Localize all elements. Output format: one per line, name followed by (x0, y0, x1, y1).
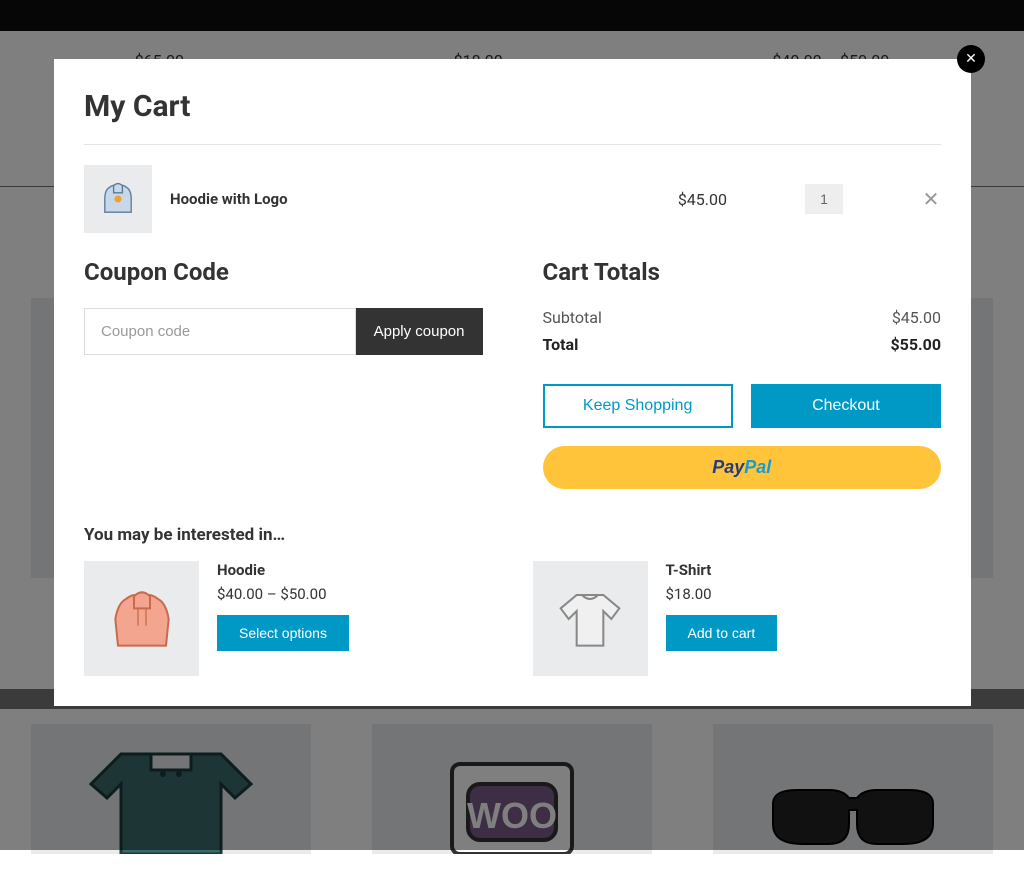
paypal-logo-pay: Pay (712, 457, 744, 477)
suggest-item: Hoodie $40.00 – $50.00 Select options (84, 561, 493, 676)
select-options-button[interactable]: Select options (217, 615, 349, 651)
apply-coupon-button[interactable]: Apply coupon (356, 308, 483, 355)
close-icon: ✕ (923, 187, 940, 211)
suggest-price: $40.00 – $50.00 (217, 585, 327, 603)
divider (84, 144, 941, 145)
product-thumbnail[interactable] (84, 165, 152, 233)
close-button[interactable]: ✕ (957, 45, 985, 73)
remove-item-button[interactable]: ✕ (921, 187, 941, 211)
totals-heading: Cart Totals (543, 258, 942, 286)
modal-title: My Cart (84, 89, 941, 124)
product-thumbnail[interactable] (84, 561, 199, 676)
add-to-cart-button[interactable]: Add to cart (666, 615, 778, 651)
quantity-input[interactable] (805, 184, 843, 214)
suggest-name: T-Shirt (666, 561, 712, 579)
cart-totals-section: Cart Totals Subtotal $45.00 Total $55.00… (543, 258, 942, 489)
cart-item-name: Hoodie with Logo (170, 190, 660, 208)
product-thumbnail[interactable] (533, 561, 648, 676)
suggestions-heading: You may be interested in… (84, 525, 941, 545)
suggest-price: $18.00 (666, 585, 712, 603)
close-icon: ✕ (965, 51, 977, 67)
total-label: Total (543, 335, 579, 354)
coupon-heading: Coupon Code (84, 258, 483, 286)
paypal-button[interactable]: PayPal (543, 446, 942, 489)
total-value: $55.00 (890, 335, 941, 354)
suggest-item: T-Shirt $18.00 Add to cart (533, 561, 942, 676)
cart-item-row: Hoodie with Logo $45.00 ✕ (84, 165, 941, 233)
suggest-name: Hoodie (217, 561, 265, 579)
cart-modal: ✕ My Cart Hoodie with Logo $45.00 ✕ Coup… (54, 59, 971, 706)
checkout-button[interactable]: Checkout (751, 384, 941, 428)
coupon-section: Coupon Code Apply coupon (84, 258, 483, 489)
subtotal-value: $45.00 (892, 308, 941, 327)
paypal-logo-pal: Pal (744, 457, 771, 477)
keep-shopping-button[interactable]: Keep Shopping (543, 384, 733, 428)
subtotal-label: Subtotal (543, 308, 602, 327)
cart-item-price: $45.00 (678, 190, 727, 209)
coupon-input[interactable] (84, 308, 356, 355)
